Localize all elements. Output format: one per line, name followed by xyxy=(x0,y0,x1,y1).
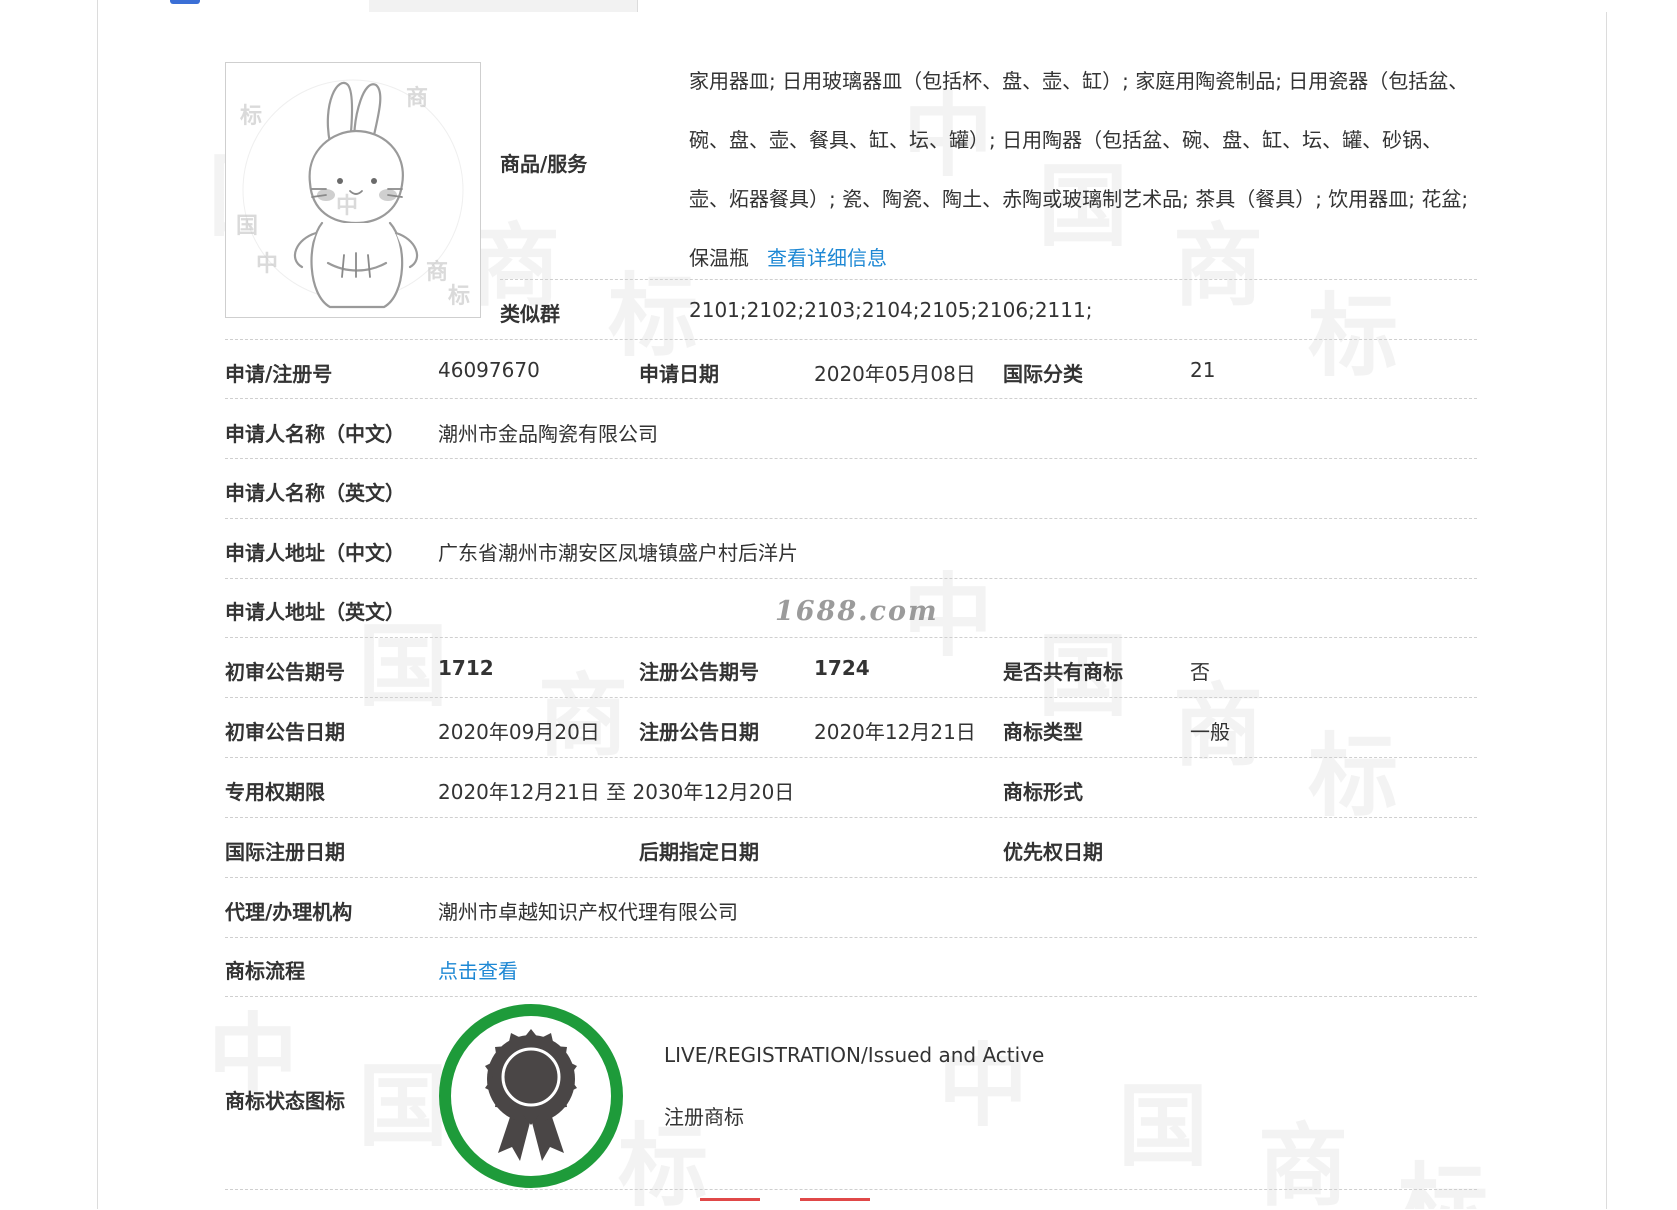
tab-active[interactable] xyxy=(97,0,371,12)
stamp-text: 商 xyxy=(426,259,448,285)
agent-label: 代理/办理机构 xyxy=(225,900,353,924)
row-divider xyxy=(225,578,1477,579)
address-cn-label: 申请人地址（中文） xyxy=(225,541,405,565)
stamp-text: 中 xyxy=(336,194,358,219)
prelim-no-label: 初审公告期号 xyxy=(225,660,345,684)
reg-pub-date-value: 2020年12月21日 xyxy=(814,720,976,744)
status-en-value: LIVE/REGISTRATION/Issued and Active xyxy=(664,1043,1045,1067)
intl-class-label: 国际分类 xyxy=(1003,362,1083,386)
reg-pub-date-label: 注册公告日期 xyxy=(639,720,759,744)
row-divider xyxy=(225,877,1477,878)
app-date-value: 2020年05月08日 xyxy=(814,362,976,386)
tm-form-label: 商标形式 xyxy=(1003,780,1083,804)
exclusive-value: 2020年12月21日 至 2030年12月20日 xyxy=(438,780,795,804)
shared-label: 是否共有商标 xyxy=(1003,660,1123,684)
row-divider xyxy=(225,398,1477,399)
tm-type-label: 商标类型 xyxy=(1003,720,1083,744)
watermark-glyph: 国 xyxy=(1118,1082,1208,1172)
reg-no-label: 申请/注册号 xyxy=(225,362,333,386)
rabbit-trademark-icon: 标 国 中 中 商 商 标 xyxy=(236,79,470,309)
row-divider xyxy=(225,1189,1477,1190)
tab-inactive[interactable] xyxy=(369,0,638,12)
similar-group-value: 2101;2102;2103;2104;2105;2106;2111; xyxy=(689,298,1093,322)
status-cn-value: 注册商标 xyxy=(664,1105,744,1129)
row-divider xyxy=(500,279,1477,280)
reg-pub-no-value: 1724 xyxy=(814,656,870,680)
row-divider xyxy=(225,697,1477,698)
watermark-glyph: 标 xyxy=(1308,732,1398,822)
trademark-image[interactable]: 标 国 中 中 商 商 标 xyxy=(225,62,481,318)
agent-value: 潮州市卓越知识产权代理有限公司 xyxy=(438,900,738,924)
shared-value: 否 xyxy=(1190,660,1210,684)
watermark-glyph: 国 xyxy=(358,1062,448,1152)
row-divider xyxy=(225,757,1477,758)
stamp-text: 中 xyxy=(256,252,278,277)
prelim-no-value: 1712 xyxy=(438,656,494,680)
goods-detail-link[interactable]: 查看详细信息 xyxy=(767,246,887,270)
stamp-text: 标 xyxy=(448,283,470,309)
later-designation-label: 后期指定日期 xyxy=(639,840,759,864)
tab-active-indicator xyxy=(170,0,200,4)
row-divider xyxy=(225,937,1477,938)
exclusive-label: 专用权期限 xyxy=(225,780,325,804)
app-date-label: 申请日期 xyxy=(639,362,719,386)
row-divider xyxy=(225,996,1477,997)
status-label: 商标状态图标 xyxy=(225,1089,345,1113)
priority-date-label: 优先权日期 xyxy=(1003,840,1103,864)
intl-class-value: 21 xyxy=(1190,358,1216,382)
watermark-glyph: 标 xyxy=(1308,292,1398,382)
applicant-cn-value: 潮州市金品陶瓷有限公司 xyxy=(438,422,658,446)
watermark-glyph: 国 xyxy=(358,622,448,712)
prelim-date-value: 2020年09月20日 xyxy=(438,720,600,744)
watermark-glyph: 标 xyxy=(608,272,698,362)
flow-label: 商标流程 xyxy=(225,959,305,983)
goods-services-label: 商品/服务 xyxy=(500,152,588,176)
reg-pub-no-label: 注册公告期号 xyxy=(639,660,759,684)
cut-off-red-text xyxy=(700,1198,980,1210)
row-divider xyxy=(225,637,1477,638)
goods-services-text: 家用器皿; 日用玻璃器皿（包括杯、盘、壶、缸）; 家庭用陶瓷制品; 日用瓷器（包… xyxy=(689,69,1469,270)
tm-type-value: 一般 xyxy=(1190,720,1230,744)
intl-reg-date-label: 国际注册日期 xyxy=(225,840,345,864)
row-divider xyxy=(225,339,1477,340)
stamp-text: 商 xyxy=(406,85,428,111)
site-watermark: 1688.com xyxy=(775,596,939,627)
flow-link[interactable]: 点击查看 xyxy=(438,955,518,984)
goods-services-value: 家用器皿; 日用玻璃器皿（包括杯、盘、壶、缸）; 家庭用陶瓷制品; 日用瓷器（包… xyxy=(689,52,1469,288)
row-divider xyxy=(225,817,1477,818)
registered-badge-icon xyxy=(438,1003,624,1189)
applicant-en-label: 申请人名称（英文） xyxy=(225,481,405,505)
address-en-label: 申请人地址（英文） xyxy=(225,600,405,624)
stamp-text: 国 xyxy=(236,214,258,239)
watermark-glyph: 商 xyxy=(1258,1122,1348,1210)
applicant-cn-label: 申请人名称（中文） xyxy=(225,422,405,446)
similar-group-label: 类似群 xyxy=(500,302,560,326)
prelim-date-label: 初审公告日期 xyxy=(225,720,345,744)
watermark-glyph: 标 xyxy=(1398,1162,1488,1210)
address-cn-value: 广东省潮州市潮安区凤塘镇盛户村后洋片 xyxy=(438,541,798,565)
stamp-text: 标 xyxy=(240,103,262,129)
row-divider xyxy=(225,458,1477,459)
watermark-glyph: 标 xyxy=(618,1122,708,1210)
reg-no-value: 46097670 xyxy=(438,358,540,382)
row-divider xyxy=(225,518,1477,519)
